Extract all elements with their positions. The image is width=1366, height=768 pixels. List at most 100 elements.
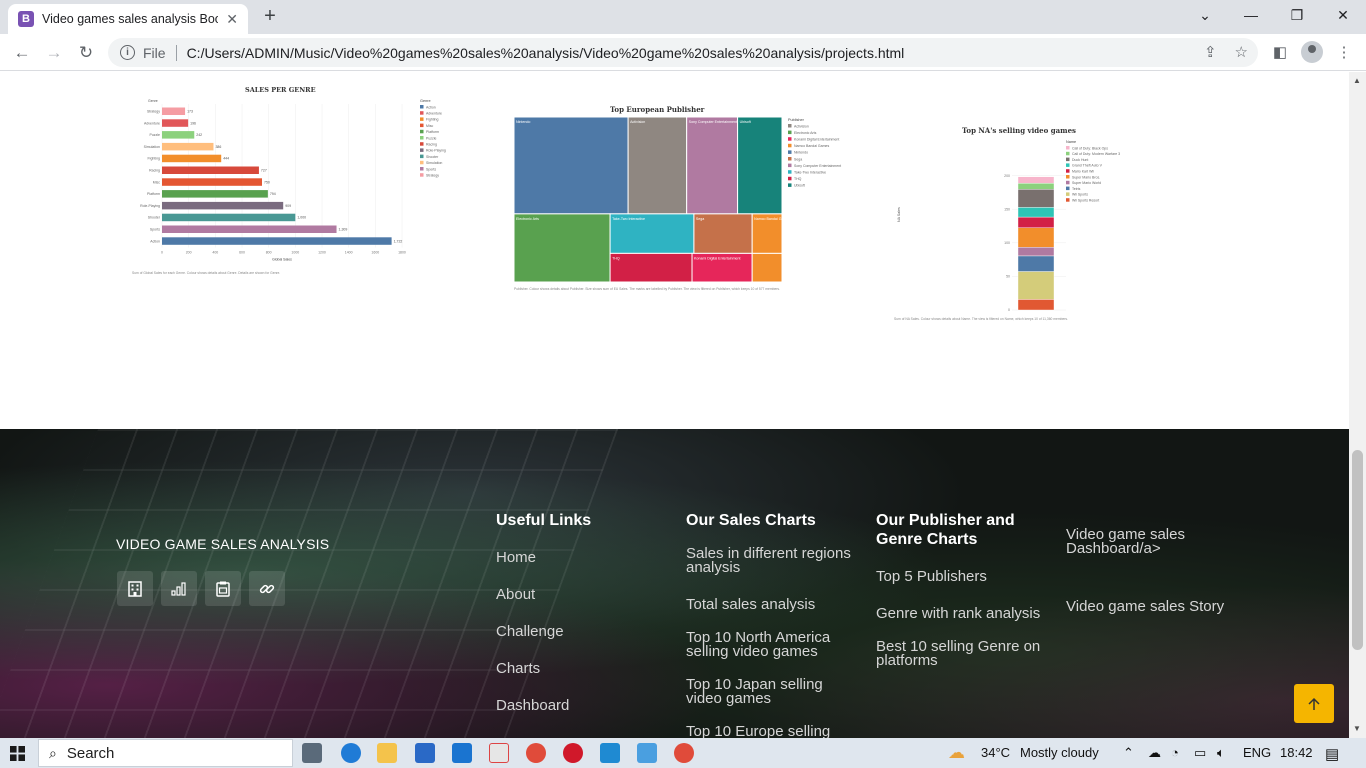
pinterest-icon[interactable] [563, 743, 583, 763]
treemap-tile [686, 116, 739, 215]
clipboard-icon[interactable] [205, 571, 241, 606]
legend-label: Activision [794, 124, 809, 128]
page-scrollbar[interactable]: ▲ ▼ [1349, 72, 1366, 738]
footer-link-total-sales[interactable]: Total sales analysis [686, 597, 856, 612]
legend-label: Mario Kart Wii [1072, 170, 1094, 174]
bootstrap-favicon-icon: B [18, 11, 34, 27]
browser-tab[interactable]: B Video games sales analysis Bootstrap ✕ [8, 4, 248, 34]
edge-icon[interactable] [341, 743, 361, 763]
footer-link-top10-japan[interactable]: Top 10 Japan selling video games [686, 677, 856, 706]
site-info-icon[interactable]: i [120, 45, 135, 60]
footer-link-top5-publishers[interactable]: Top 5 Publishers [876, 569, 1046, 584]
treemap-tile [513, 116, 629, 215]
address-bar[interactable]: i File C:/Users/ADMIN/Music/Video%20game… [108, 38, 1258, 67]
category-label: Misc [153, 180, 160, 184]
taskbar-search[interactable]: ⌕ Search [38, 739, 293, 767]
category-label: Racing [149, 169, 160, 173]
battery-icon[interactable]: ▭ [1194, 745, 1206, 761]
wifi-icon[interactable]: ◔ [1171, 745, 1179, 760]
profile-avatar[interactable] [1300, 41, 1324, 65]
legend-label: Sony Computer Entertainment [794, 164, 841, 168]
clock[interactable]: 18:42 [1280, 745, 1313, 760]
bar [162, 119, 189, 127]
legend-swatch [420, 167, 424, 171]
legend-swatch [420, 123, 424, 128]
temperature[interactable]: 34°C [981, 745, 1010, 760]
treemap-tile [609, 252, 693, 283]
sales-charts-column: Our Sales Charts Sales in different regi… [686, 511, 856, 738]
close-window-button[interactable]: ✕ [1320, 0, 1366, 32]
footer-link-about[interactable]: About [496, 587, 666, 602]
menu-kebab-icon[interactable]: ⋮ [1332, 41, 1356, 65]
notifications-icon[interactable]: ▤ [1325, 745, 1339, 763]
new-tab-button[interactable]: + [258, 5, 282, 29]
footer-link-regions[interactable]: Sales in different regions analysis [686, 546, 856, 575]
task-view-icon[interactable] [302, 743, 322, 763]
footer-link-genre-rank[interactable]: Genre with rank analysis [876, 606, 1046, 621]
category-label: Sports [150, 228, 160, 232]
mail-icon[interactable] [452, 743, 472, 763]
language-indicator[interactable]: ENG [1243, 745, 1271, 760]
scroll-thumb[interactable] [1352, 450, 1363, 650]
legend-label: Simulation [426, 161, 442, 165]
volume-icon[interactable]: 🔈︎ [1217, 745, 1225, 761]
legend-swatch [420, 148, 424, 152]
chrome-active-icon[interactable] [674, 743, 694, 763]
tray-chevron-icon[interactable]: ⌃ [1123, 745, 1134, 761]
close-tab-icon[interactable]: ✕ [226, 11, 238, 28]
windows-start-icon[interactable] [10, 746, 25, 761]
chrome-icon[interactable] [526, 743, 546, 763]
bar [162, 107, 186, 115]
side-panel-icon[interactable]: ◧ [1268, 41, 1292, 65]
footer-link-best-genre-platforms[interactable]: Best 10 selling Genre on platforms [876, 639, 1046, 668]
footer-link-home[interactable]: Home [496, 550, 666, 565]
legend-label: Action [426, 105, 436, 109]
restore-button[interactable]: ❐ [1274, 0, 1320, 32]
legend-label: Sega [794, 157, 802, 161]
minimize-button[interactable]: — [1228, 0, 1274, 32]
share-icon[interactable]: ⇪ [1204, 43, 1217, 61]
footer-link-dashboard[interactable]: Dashboard [496, 698, 666, 713]
legend-swatch [420, 173, 424, 177]
data-label: 444 [223, 157, 229, 161]
vscode-icon[interactable] [600, 743, 620, 763]
back-button[interactable]: ← [9, 40, 35, 66]
x-tick-label: 1600 [371, 251, 379, 255]
footer-link-charts[interactable]: Charts [496, 661, 666, 676]
bookmark-star-icon[interactable]: ☆ [1235, 43, 1248, 61]
useful-links-column: Useful Links Home About Challenge Charts… [496, 511, 666, 713]
url-text[interactable]: C:/Users/ADMIN/Music/Video%20games%20sal… [187, 45, 905, 61]
legend-swatch [788, 157, 792, 161]
footer-link-challenge[interactable]: Challenge [496, 624, 666, 639]
bar-chart-icon[interactable] [161, 571, 197, 606]
file-explorer-icon[interactable] [377, 743, 397, 763]
legend-label: Sports [426, 167, 436, 171]
footer-link-top10-na[interactable]: Top 10 North America selling video games [686, 630, 856, 659]
footer-link-story[interactable]: Video game sales Story [1066, 599, 1236, 614]
footer-link-dashboard-page[interactable]: Video game sales Dashboard/a> [1066, 527, 1236, 556]
back-to-top-button[interactable] [1294, 684, 1334, 723]
reload-button[interactable]: ↻ [73, 40, 99, 66]
address-toolbar: ← → ↻ i File C:/Users/ADMIN/Music/Video%… [0, 34, 1366, 71]
weather-text[interactable]: Mostly cloudy [1020, 745, 1099, 760]
genre-bar-svg: Genre 0 200 400 600 800 1000 1200 1400 1600 1800 Gl… [132, 99, 446, 275]
tile-label: Sega [696, 217, 704, 221]
footer-link-top10-europe[interactable]: Top 10 Europe selling [686, 724, 856, 738]
gmail-icon[interactable] [489, 743, 509, 763]
tab-search-icon[interactable]: ⌄ [1182, 0, 1228, 32]
stack-segment [1017, 183, 1055, 190]
weather-icon[interactable]: ☁ [948, 743, 965, 763]
store-icon[interactable] [415, 743, 435, 763]
tile-label: Konami Digital Entertainment [694, 256, 741, 260]
forward-button[interactable]: → [41, 40, 67, 66]
network-icon[interactable]: ☁ [1148, 745, 1161, 761]
building-icon[interactable] [117, 571, 153, 606]
snowflake-app-icon[interactable] [637, 743, 657, 763]
legend-label: Nintendo [794, 151, 808, 155]
link-icon[interactable] [249, 571, 285, 606]
scroll-up-arrow-icon[interactable]: ▲ [1353, 76, 1361, 85]
y-tick-label: 100 [1004, 241, 1010, 245]
legend-swatch [1066, 157, 1070, 162]
stack-segment [1017, 207, 1055, 218]
scroll-down-arrow-icon[interactable]: ▼ [1353, 724, 1361, 733]
